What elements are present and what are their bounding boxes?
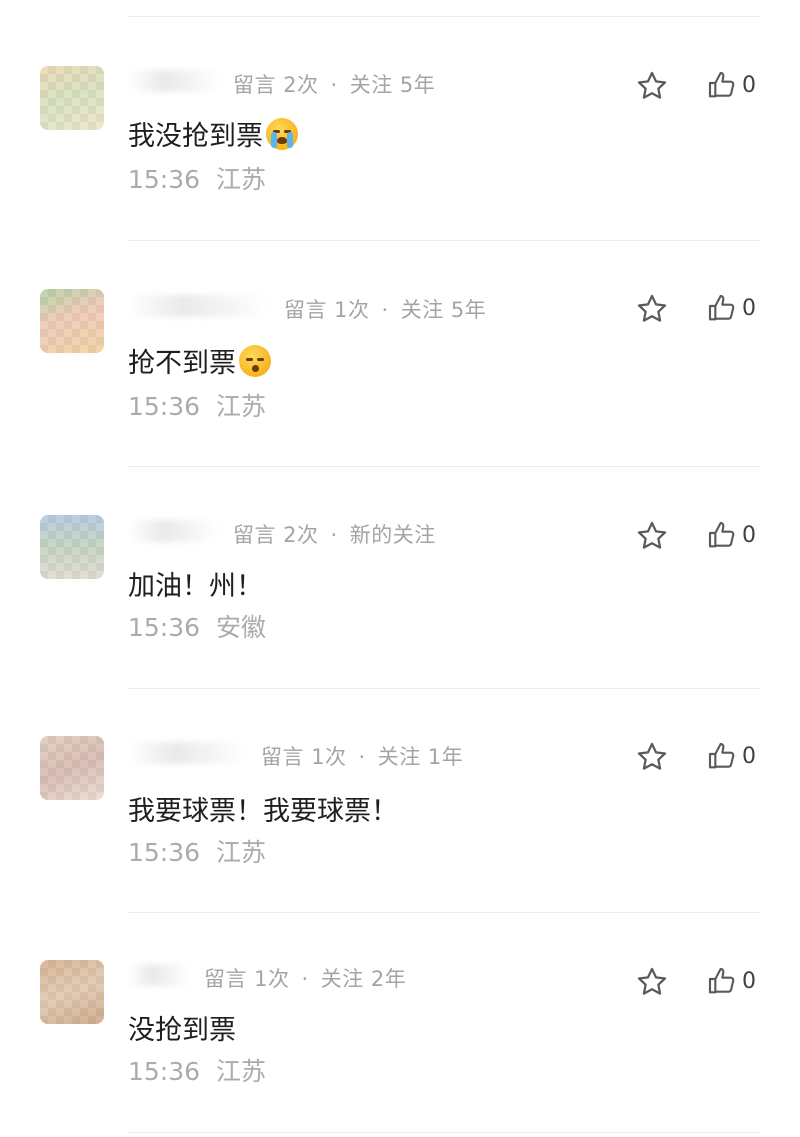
star-icon bbox=[637, 742, 667, 770]
comment-time-location: 15:36 江苏 bbox=[128, 387, 266, 423]
comment-time: 15:36 bbox=[128, 392, 201, 421]
username-redacted[interactable] bbox=[128, 742, 246, 764]
comment-item: 留言 1次 · 关注 5年 抢不到票 15:36 江苏 0 bbox=[0, 224, 800, 467]
username-redacted[interactable] bbox=[128, 295, 268, 317]
comment-time-location: 15:36 江苏 bbox=[128, 1052, 266, 1088]
comment-meta: 留言 2次 · 新的关注 bbox=[233, 523, 436, 547]
star-icon bbox=[637, 521, 667, 549]
comment-text: 抢不到票 bbox=[128, 341, 271, 380]
comment-location: 江苏 bbox=[216, 392, 267, 421]
comment-text: 加油！州！ bbox=[128, 571, 263, 602]
like-button[interactable]: 0 bbox=[706, 739, 756, 773]
avatar[interactable] bbox=[40, 736, 104, 800]
comment-text: 没抢到票 bbox=[128, 1015, 236, 1046]
comment-item: 留言 1次 · 关注 2年 没抢到票 15:36 江苏 0 bbox=[0, 896, 800, 1133]
comment-item: 留言 2次 · 新的关注 加油！州！ 15:36 安徽 0 bbox=[0, 450, 800, 689]
comment-meta: 留言 1次 · 关注 5年 bbox=[284, 298, 487, 322]
star-button[interactable] bbox=[635, 740, 669, 774]
comment-meta: 留言 1次 · 关注 2年 bbox=[204, 967, 407, 991]
divider bbox=[128, 1132, 760, 1133]
kissing-face-emoji bbox=[239, 344, 271, 377]
comment-location: 江苏 bbox=[216, 165, 267, 194]
like-count: 0 bbox=[742, 743, 756, 769]
star-icon bbox=[637, 71, 667, 99]
avatar[interactable] bbox=[40, 289, 104, 353]
comment-time: 15:36 bbox=[128, 613, 201, 642]
username-redacted[interactable] bbox=[128, 70, 220, 92]
thumbs-up-icon bbox=[708, 521, 735, 548]
star-button[interactable] bbox=[635, 292, 669, 326]
comment-text: 我要球票！我要球票！ bbox=[128, 796, 398, 827]
thumbs-up-icon bbox=[708, 294, 735, 321]
star-button[interactable] bbox=[635, 69, 669, 103]
like-count: 0 bbox=[742, 522, 756, 548]
username-redacted[interactable] bbox=[128, 964, 190, 986]
avatar[interactable] bbox=[40, 515, 104, 579]
comment-location: 安徽 bbox=[216, 613, 267, 642]
star-button[interactable] bbox=[635, 965, 669, 999]
comment-item: 留言 1次 · 关注 1年 我要球票！我要球票！ 15:36 江苏 0 bbox=[0, 672, 800, 913]
like-button[interactable]: 0 bbox=[706, 964, 756, 998]
thumbs-up-icon bbox=[708, 71, 735, 98]
avatar[interactable] bbox=[40, 960, 104, 1024]
like-button[interactable]: 0 bbox=[706, 518, 756, 552]
like-count: 0 bbox=[742, 968, 756, 994]
like-count: 0 bbox=[742, 295, 756, 321]
thumbs-up-icon bbox=[708, 967, 735, 994]
avatar[interactable] bbox=[40, 66, 104, 130]
comment-time: 15:36 bbox=[128, 838, 201, 867]
thumbs-up-icon bbox=[708, 742, 735, 769]
like-button[interactable]: 0 bbox=[706, 291, 756, 325]
comment-location: 江苏 bbox=[216, 1057, 267, 1086]
comment-time-location: 15:36 江苏 bbox=[128, 833, 266, 869]
username-redacted[interactable] bbox=[128, 520, 218, 542]
comment-text: 我没抢到票 bbox=[128, 114, 298, 153]
comment-meta: 留言 2次 · 关注 5年 bbox=[233, 73, 436, 97]
comment-item: 留言 2次 · 关注 5年 我没抢到票 15:36 江苏 0 bbox=[0, 0, 800, 241]
comment-meta: 留言 1次 · 关注 1年 bbox=[261, 745, 464, 769]
comment-time: 15:36 bbox=[128, 1057, 201, 1086]
like-count: 0 bbox=[742, 72, 756, 98]
star-icon bbox=[637, 967, 667, 995]
crying-face-emoji bbox=[266, 117, 298, 150]
star-button[interactable] bbox=[635, 519, 669, 553]
comment-time-location: 15:36 安徽 bbox=[128, 608, 266, 644]
comment-time: 15:36 bbox=[128, 165, 201, 194]
comment-location: 江苏 bbox=[216, 838, 267, 867]
like-button[interactable]: 0 bbox=[706, 68, 756, 102]
comment-time-location: 15:36 江苏 bbox=[128, 160, 266, 196]
star-icon bbox=[637, 294, 667, 322]
